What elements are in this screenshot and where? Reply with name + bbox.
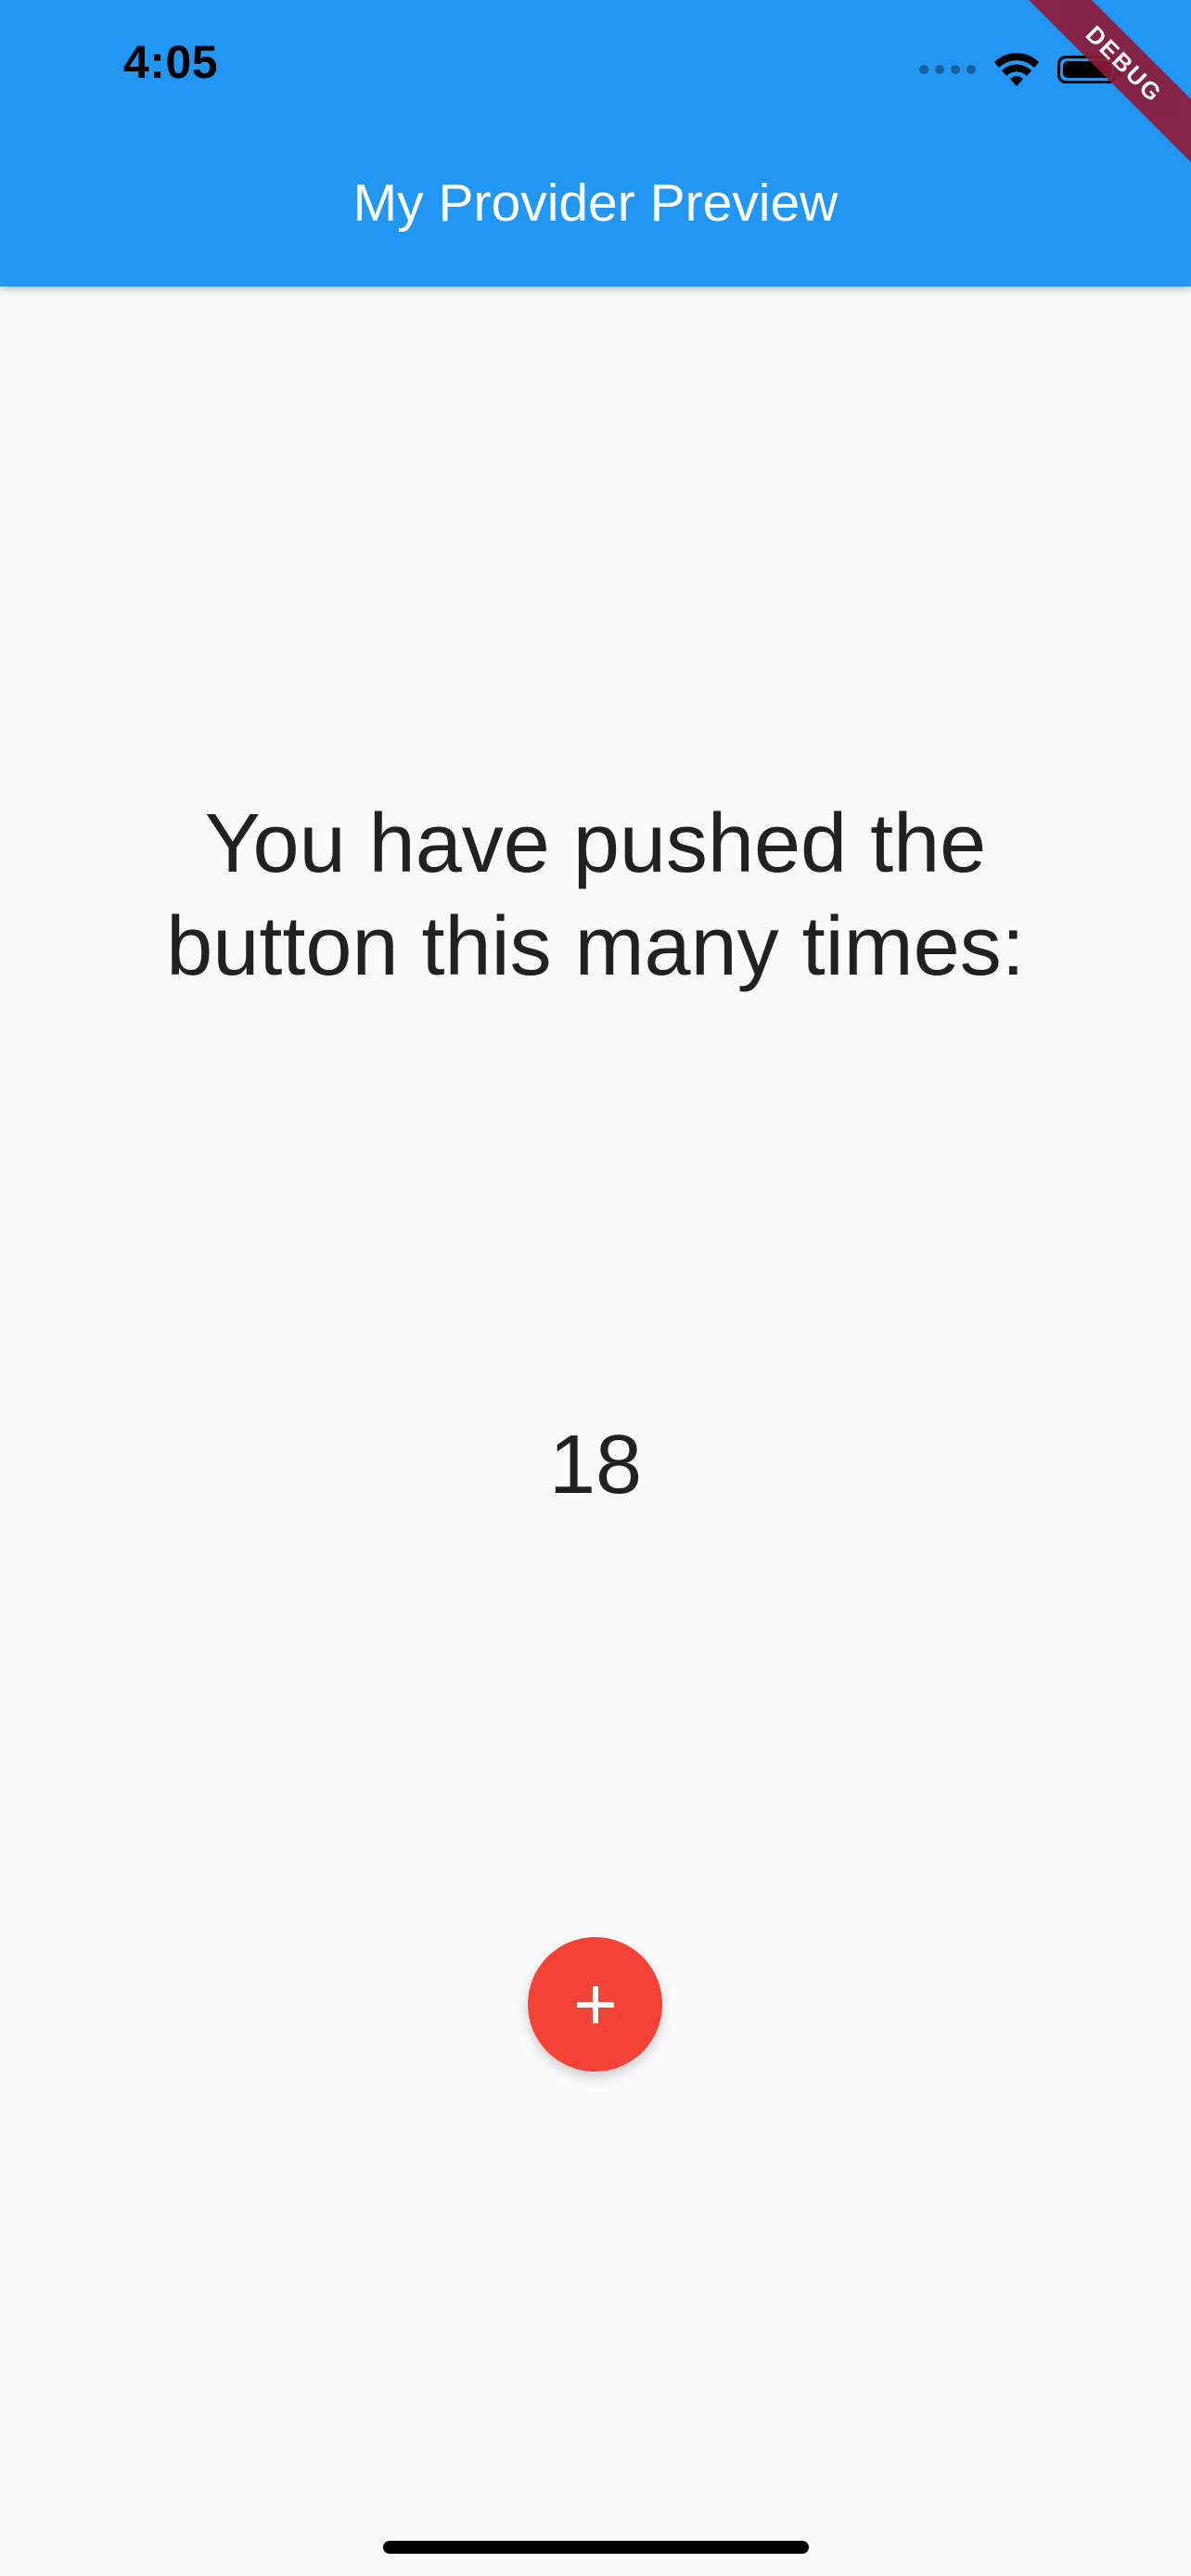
status-icons <box>919 46 1122 93</box>
counter-message: You have pushed the button this many time… <box>166 797 1025 993</box>
increment-button[interactable] <box>528 1937 662 2072</box>
home-indicator[interactable] <box>383 2541 809 2554</box>
app-screen: 4:05 My Provider Preview DEBUG You have … <box>0 0 1191 2576</box>
plus-icon <box>576 1985 614 2023</box>
counter-value: 18 <box>548 1419 643 1511</box>
app-bar: 4:05 My Provider Preview <box>0 0 1191 287</box>
battery-icon <box>1057 56 1122 83</box>
app-bar-title: My Provider Preview <box>352 173 839 233</box>
status-bar: 4:05 <box>0 0 1191 139</box>
wifi-icon <box>994 53 1039 86</box>
signal-dots-icon <box>919 65 976 74</box>
status-time: 4:05 <box>123 36 219 88</box>
